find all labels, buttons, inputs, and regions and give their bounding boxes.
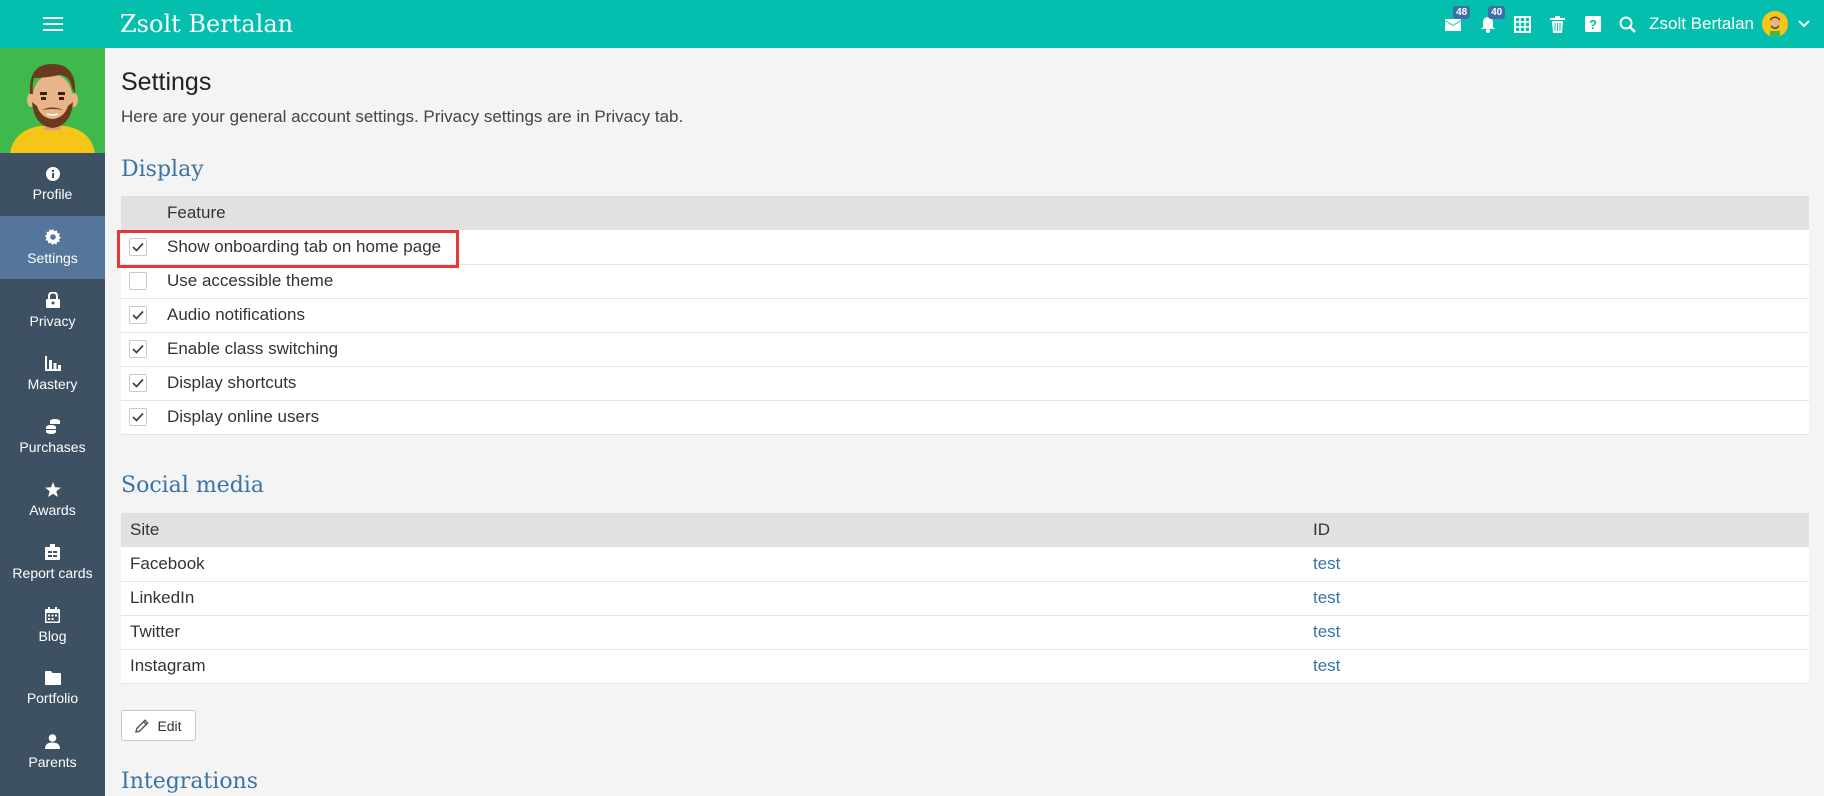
profile-avatar[interactable] [0, 48, 105, 153]
top-actions: 48 40 ? Zsolt Bertalan [1435, 0, 1824, 48]
star-icon [44, 481, 61, 497]
pencil-icon [135, 718, 150, 733]
sidebar-item-mastery[interactable]: Mastery [0, 342, 105, 405]
search-icon[interactable] [1610, 0, 1645, 48]
table-header-id: ID [1304, 513, 1809, 547]
avatar [1762, 11, 1788, 37]
table-row: Display shortcuts [121, 366, 1809, 401]
checkmark-icon [132, 412, 144, 422]
sidebar-item-privacy[interactable]: Privacy [0, 279, 105, 342]
table-row: Enable class switching [121, 332, 1809, 367]
sidebar-item-label: Purchases [19, 439, 86, 455]
feature-label: Enable class switching [167, 332, 1809, 367]
menu-icon[interactable] [0, 0, 105, 48]
sidebar-item-blog[interactable]: Blog [0, 594, 105, 657]
social-id-link[interactable]: test [1313, 622, 1340, 641]
feature-label: Display shortcuts [167, 366, 1809, 401]
feature-checkbox[interactable] [129, 306, 147, 324]
table-row: Instagram test [121, 649, 1809, 684]
gear-icon [44, 229, 61, 245]
feature-checkbox[interactable] [129, 374, 147, 392]
page-title: Settings [121, 68, 212, 96]
table-row: Twitter test [121, 615, 1809, 650]
table-row: Use accessible theme [121, 264, 1809, 299]
sidebar-item-label: Mastery [27, 375, 78, 392]
feature-label: Show onboarding tab on home page [167, 230, 1809, 265]
bar-chart-icon [44, 355, 61, 371]
sidebar-item-report-cards[interactable]: Report cards [0, 531, 105, 594]
display-heading: Display [121, 157, 204, 182]
user-name: Zsolt Bertalan [1649, 14, 1754, 33]
sidebar: Profile Settings Privacy Mastery Purchas… [0, 48, 105, 796]
checkmark-icon [132, 344, 144, 354]
bell-icon[interactable]: 40 [1470, 0, 1506, 48]
table-row: Facebook test [121, 547, 1809, 582]
sidebar-item-label: Blog [38, 628, 67, 644]
table-header-checkbox [121, 196, 167, 230]
sidebar-item-portfolio[interactable]: Portfolio [0, 657, 105, 720]
lock-icon [45, 292, 60, 308]
sidebar-item-label: Report cards [12, 565, 93, 581]
trash-icon[interactable] [1540, 0, 1575, 48]
display-table: Feature Show onboarding tab on home page… [121, 196, 1809, 435]
feature-checkbox[interactable] [129, 408, 147, 426]
social-site: Twitter [121, 615, 1304, 650]
notifications-badge: 40 [1488, 6, 1506, 19]
integrations-heading: Integrations [121, 769, 259, 794]
page-description: Here are your general account settings. … [121, 107, 684, 126]
checkmark-icon [132, 378, 144, 388]
sidebar-item-label: Portfolio [26, 690, 79, 706]
info-icon [45, 167, 60, 181]
social-id-link[interactable]: test [1313, 554, 1340, 573]
feature-checkbox[interactable] [129, 237, 147, 256]
feature-checkbox[interactable] [129, 340, 147, 358]
user-menu[interactable]: Zsolt Bertalan [1649, 11, 1824, 37]
social-media-table: Site ID Facebook test LinkedIn test Twitter t… [121, 513, 1809, 684]
sidebar-item-label: Profile [32, 186, 73, 202]
table-row: Display online users [121, 400, 1809, 435]
feature-checkbox[interactable] [129, 272, 147, 290]
calendar-grid-icon[interactable] [1505, 0, 1540, 48]
chevron-down-icon[interactable] [1798, 20, 1810, 28]
sidebar-item-label: Settings [27, 250, 78, 266]
sidebar-item-purchases[interactable]: Purchases [0, 405, 105, 468]
sidebar-item-settings[interactable]: Settings [0, 216, 105, 279]
feature-label: Audio notifications [167, 298, 1809, 333]
sidebar-item-parents[interactable]: Parents [0, 720, 105, 783]
app-title[interactable]: Zsolt Bertalan [120, 8, 293, 40]
social-media-heading: Social media [121, 473, 264, 498]
social-id-link[interactable]: test [1313, 588, 1340, 607]
help-icon[interactable]: ? [1575, 0, 1610, 48]
report-card-icon [45, 544, 60, 560]
edit-button-label: Edit [157, 717, 182, 734]
person-icon [45, 733, 60, 749]
table-header-site: Site [121, 513, 1304, 547]
edit-button[interactable]: Edit [121, 710, 196, 741]
messages-icon[interactable]: 48 [1435, 0, 1471, 48]
sidebar-item-label: Privacy [29, 313, 76, 329]
coins-icon [45, 419, 60, 434]
sidebar-item-label: Awards [29, 501, 76, 518]
folder-icon [44, 671, 61, 685]
social-id-link[interactable]: test [1313, 656, 1340, 675]
table-row: LinkedIn test [121, 581, 1809, 616]
sidebar-item-profile[interactable]: Profile [0, 153, 105, 216]
social-site: LinkedIn [121, 581, 1304, 616]
feature-label: Use accessible theme [167, 264, 1809, 299]
calendar-icon [45, 607, 60, 623]
table-row: Audio notifications [121, 298, 1809, 333]
social-site: Facebook [121, 547, 1304, 582]
sidebar-item-label: Parents [28, 753, 77, 770]
checkmark-icon [132, 310, 144, 320]
svg-text:?: ? [1589, 17, 1597, 32]
feature-label: Display online users [167, 400, 1809, 435]
sidebar-item-awards[interactable]: Awards [0, 468, 105, 531]
messages-badge: 48 [1453, 6, 1471, 19]
top-bar: Zsolt Bertalan 48 40 ? Zsolt Bertalan [0, 0, 1824, 48]
table-row: Show onboarding tab on home page [121, 230, 1809, 265]
social-site: Instagram [121, 649, 1304, 684]
table-header-feature: Feature [167, 196, 1809, 230]
checkmark-icon [132, 242, 144, 252]
